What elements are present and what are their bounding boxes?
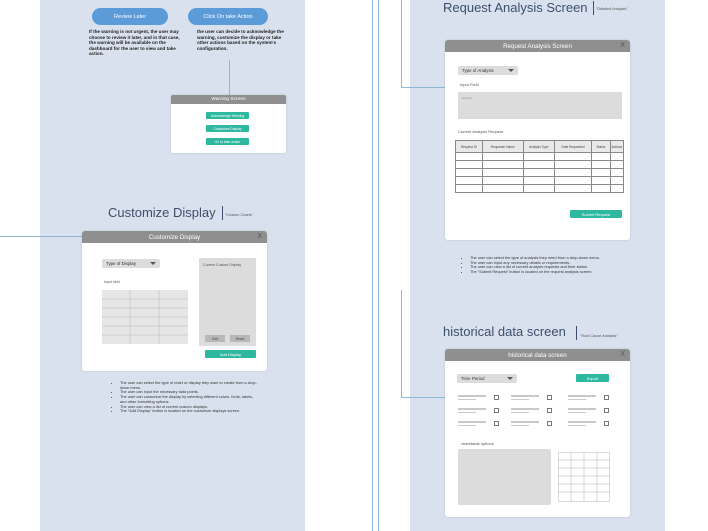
warning-screen-title: Warning Screen (171, 95, 286, 104)
list-item: The "Submit Request" button is located o… (470, 269, 612, 275)
take-action-button[interactable]: Click On take Action (188, 8, 268, 25)
table-row (455, 168, 625, 177)
option-checkbox[interactable] (604, 408, 609, 413)
export-button[interactable]: Export (576, 374, 609, 382)
close-icon[interactable]: X (257, 233, 262, 240)
input-field-label: Input Field (460, 82, 479, 87)
connector-line (401, 0, 402, 88)
edit-button[interactable]: Edit (205, 335, 225, 342)
option-checkbox[interactable] (494, 395, 499, 400)
identifier-placeholder: Identifier (461, 96, 473, 100)
close-icon[interactable]: X (620, 351, 625, 358)
customize-display-modal-title: Customize Display (82, 231, 267, 243)
review-later-note: If the warning is not urgent, the user m… (89, 29, 180, 57)
option-checkbox[interactable] (494, 421, 499, 426)
add-display-button[interactable]: Add Display (205, 350, 256, 358)
connector-line (0, 236, 84, 237)
customize-display-notes: The user can select the type of chart or… (112, 380, 260, 414)
vertical-guide-line (378, 0, 379, 531)
review-later-button[interactable]: Review Later (92, 8, 168, 25)
table-row (455, 176, 625, 185)
reset-button[interactable]: Reset (230, 335, 250, 342)
type-of-display-select[interactable]: Type of Display (102, 259, 160, 268)
historical-data-modal-title: historical data screen (445, 349, 630, 361)
historical-data-heading: historical data screen (443, 324, 566, 339)
current-custom-display-label: Current Custom Display (203, 263, 242, 267)
column-header: Status (591, 140, 611, 153)
type-of-analysis-select[interactable]: Type of Analysis (458, 66, 518, 75)
table-row (455, 184, 625, 193)
vertical-guide-line (372, 0, 373, 531)
column-header: Request ID (455, 140, 483, 153)
connector-line (229, 60, 230, 95)
input-field-label: Input field (104, 280, 120, 284)
column-header: Analysis Type (522, 140, 555, 153)
heading-divider (576, 326, 577, 340)
close-icon[interactable]: X (620, 42, 625, 49)
chevron-down-icon (507, 377, 513, 380)
go-to-take-action-button[interactable]: Go to take action (206, 138, 249, 145)
identifier-input[interactable]: Identifier (458, 92, 622, 119)
submit-request-button[interactable]: Submit Request (570, 210, 622, 218)
chevron-down-icon (508, 69, 514, 72)
take-action-note: the user can decide to acknowledge the w… (197, 29, 284, 51)
option-checkbox[interactable] (547, 421, 552, 426)
list-item: The "Add Display" button is located on t… (120, 409, 260, 414)
customize-display-heading: Customize Display (108, 205, 216, 220)
current-custom-display-panel (199, 258, 256, 346)
heading-divider (222, 206, 223, 220)
option-checkbox[interactable] (547, 395, 552, 400)
table-row (455, 160, 625, 169)
connector-line (401, 290, 402, 398)
input-grid[interactable] (102, 290, 188, 344)
request-analysis-subtitle: "Detailed Analysis" (596, 7, 628, 11)
chevron-down-icon (150, 262, 156, 265)
option-checkbox[interactable] (604, 421, 609, 426)
analysis-request-table: Request ID Requester Name Analysis Type … (455, 140, 625, 193)
connector-line (401, 87, 445, 88)
column-header: Date Requested (553, 140, 593, 153)
customize-display-button[interactable]: Customize Display (206, 125, 249, 132)
type-of-analysis-value: Type of Analysis (462, 68, 494, 73)
request-analysis-notes: The user can select the type of analysis… (462, 255, 612, 275)
historical-data-subtitle: "Root Cause Analysis" (580, 334, 618, 338)
request-analysis-heading: Request Analysis Screen (443, 0, 588, 15)
time-period-value: Time Period (461, 376, 485, 381)
column-header: Actions (609, 140, 625, 153)
heading-divider (593, 1, 594, 15)
table-row (455, 152, 625, 161)
type-of-display-value: Type of Display (106, 261, 137, 266)
option-checkbox[interactable] (547, 408, 552, 413)
table-preview (558, 452, 610, 502)
customize-display-subtitle: "Custom Charts" (225, 213, 254, 217)
chart-preview (458, 449, 551, 505)
connector-line (401, 397, 445, 398)
column-header: Requester Name (481, 140, 524, 153)
current-analysis-request-label: Current Analysis Request (458, 129, 504, 134)
acknowledge-warning-button[interactable]: Acknowledge Warning (206, 112, 249, 119)
option-checkbox[interactable] (494, 408, 499, 413)
time-period-select[interactable]: Time Period (457, 374, 517, 383)
option-checkbox[interactable] (604, 395, 609, 400)
request-analysis-modal-title: Request Analysis Screen (445, 40, 630, 52)
chart-table-options-label: chart/table options (461, 441, 494, 446)
